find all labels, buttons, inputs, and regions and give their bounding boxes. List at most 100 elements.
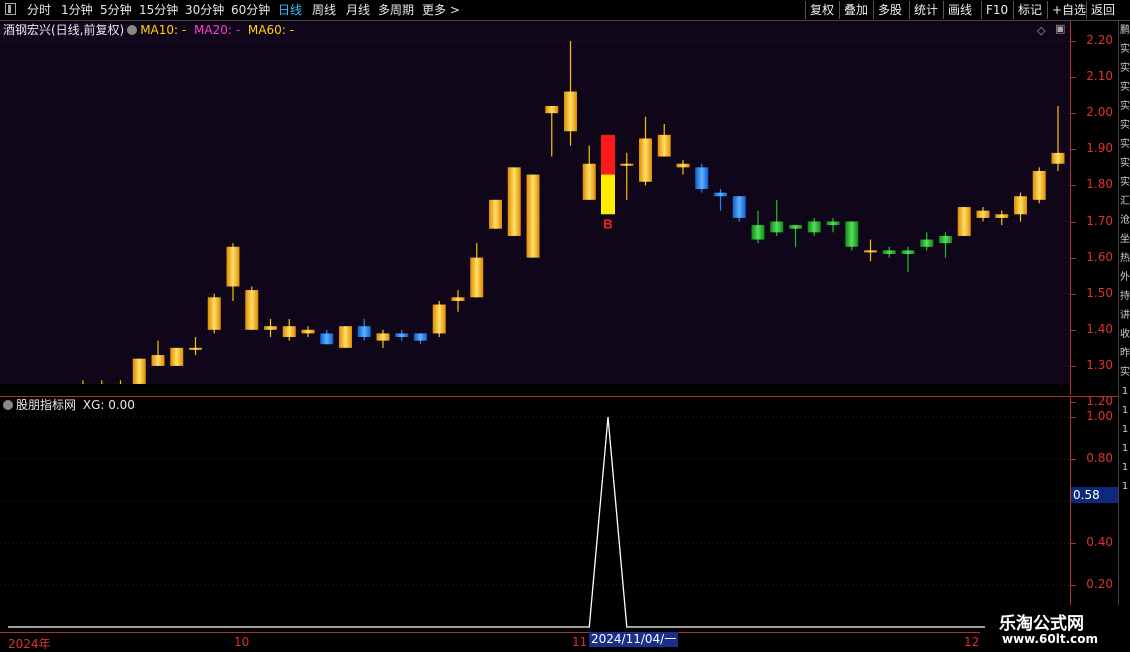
diamond-icon[interactable]: ◇ xyxy=(1037,24,1045,37)
price-tick xyxy=(1071,113,1076,114)
candle xyxy=(808,218,821,236)
candle-body xyxy=(733,196,746,218)
candle-body xyxy=(770,222,783,233)
candle xyxy=(677,160,690,174)
candle-body xyxy=(695,167,708,189)
candle-body xyxy=(620,164,633,166)
main-legend: 酒钢宏兴(日线,前复权)MA10: - MA20: - MA60: - xyxy=(3,23,294,37)
candle xyxy=(939,232,952,257)
side-char: 1 xyxy=(1119,420,1130,439)
period-tab-1[interactable]: 1分钟 xyxy=(61,2,93,18)
candle xyxy=(208,294,221,334)
candle xyxy=(564,41,577,146)
price-tick-label: 2.20 xyxy=(1086,33,1113,47)
toolbar-button-4[interactable]: 画线 xyxy=(943,1,976,19)
side-char: 热 xyxy=(1119,249,1130,268)
kline-panel[interactable]: B xyxy=(0,21,1070,384)
side-char: 坐 xyxy=(1119,230,1130,249)
toolbar-button-3[interactable]: 统计 xyxy=(909,1,942,19)
xg-value: XG: 0.00 xyxy=(83,398,135,412)
price-tick xyxy=(1071,294,1076,295)
candle-body xyxy=(677,164,690,168)
side-char: 1 xyxy=(1119,458,1130,477)
toolbar-button-6[interactable]: 标记 xyxy=(1013,1,1046,19)
toolbar-button-8[interactable]: 返回 xyxy=(1086,1,1119,19)
toolbar-button-0[interactable]: 复权 xyxy=(805,1,838,19)
candle xyxy=(789,225,802,247)
candle-body xyxy=(920,240,933,247)
date-label-nov: 11 xyxy=(572,635,587,649)
toolbar-button-2[interactable]: 多股 xyxy=(873,1,906,19)
candle-body xyxy=(189,348,202,350)
candle xyxy=(320,330,333,344)
price-tick xyxy=(1071,330,1076,331)
candle xyxy=(264,319,277,337)
side-char: 昨 xyxy=(1119,344,1130,363)
period-tab-3[interactable]: 15分钟 xyxy=(139,2,178,18)
candle xyxy=(920,232,933,250)
date-label-dec: 12 xyxy=(964,635,979,649)
period-tab-0[interactable]: 分时 xyxy=(27,2,51,18)
price-tick-label: 1.30 xyxy=(1086,358,1113,372)
period-tab-8[interactable]: 月线 xyxy=(346,2,370,18)
dropdown-circle-icon[interactable] xyxy=(3,400,13,410)
candle-body xyxy=(227,247,240,287)
indicator-name: 股朋指标网 xyxy=(16,398,76,412)
candle xyxy=(377,330,390,348)
candle xyxy=(302,326,315,337)
side-char: 实 xyxy=(1119,135,1130,154)
indicator-panel[interactable] xyxy=(0,396,1070,633)
side-char: 实 xyxy=(1119,97,1130,116)
price-tick-label: 1.50 xyxy=(1086,286,1113,300)
candle xyxy=(620,153,633,200)
candle xyxy=(977,207,990,221)
price-tick xyxy=(1071,149,1076,150)
period-tab-2[interactable]: 5分钟 xyxy=(100,2,132,18)
candle-body xyxy=(977,211,990,218)
candle xyxy=(733,196,746,221)
indicator-legend: 股朋指标网 XG: 0.00 xyxy=(3,398,135,412)
candle xyxy=(152,341,165,366)
candle-body xyxy=(789,225,802,229)
side-char: 实 xyxy=(1119,363,1130,382)
panel-toggle-icon[interactable]: ▣ xyxy=(1055,22,1065,35)
dropdown-circle-icon[interactable] xyxy=(127,25,137,35)
candle-body xyxy=(489,200,502,229)
candle xyxy=(1014,193,1027,222)
candle-body xyxy=(808,222,821,233)
period-tab-6[interactable]: 日线 xyxy=(278,2,302,18)
cursor-value-box: 0.58 xyxy=(1071,487,1119,503)
candle-body xyxy=(470,258,483,298)
indicator-tick-label: 0.20 xyxy=(1086,577,1113,591)
side-char: 持 xyxy=(1119,287,1130,306)
candle-body xyxy=(545,106,558,113)
candle xyxy=(995,211,1008,225)
side-char: 外 xyxy=(1119,268,1130,287)
candle-body xyxy=(302,330,315,334)
candle-body xyxy=(358,326,371,337)
price-tick-label: 2.10 xyxy=(1086,69,1113,83)
period-tab-5[interactable]: 60分钟 xyxy=(231,2,270,18)
period-tab-7[interactable]: 周线 xyxy=(312,2,336,18)
period-tab-10[interactable]: 更多 > xyxy=(422,2,460,18)
candle-body xyxy=(827,222,840,226)
candle xyxy=(358,319,371,341)
toolbar-button-7[interactable]: +自选 xyxy=(1047,1,1090,19)
side-char: 实 xyxy=(1119,59,1130,78)
candle-body xyxy=(339,326,352,348)
toolbar-button-1[interactable]: 叠加 xyxy=(839,1,872,19)
side-char: 收 xyxy=(1119,325,1130,344)
window-icon[interactable] xyxy=(5,3,16,15)
candle-body xyxy=(583,164,596,200)
price-tick xyxy=(1071,41,1076,42)
side-char: 实 xyxy=(1119,173,1130,192)
candle-body xyxy=(245,290,258,330)
side-char: 1 xyxy=(1119,401,1130,420)
toolbar-button-5[interactable]: F10 xyxy=(981,1,1012,19)
watermark-title: 乐淘公式网 xyxy=(999,609,1084,634)
period-tab-4[interactable]: 30分钟 xyxy=(185,2,224,18)
indicator-chart xyxy=(0,397,1070,633)
period-tab-9[interactable]: 多周期 xyxy=(378,2,414,18)
xg-line xyxy=(8,417,1058,627)
signal-bar-yellow xyxy=(601,175,615,215)
